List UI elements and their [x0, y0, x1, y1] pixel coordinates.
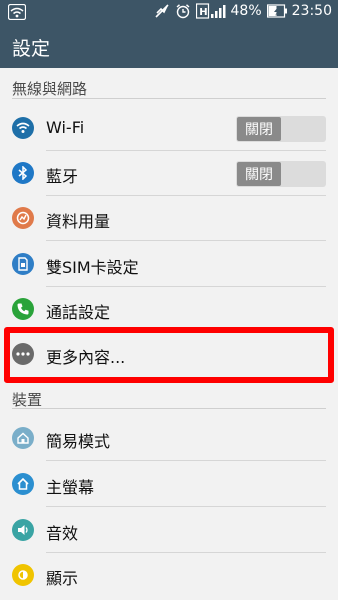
settings-label-bluetooth: 藍牙	[46, 167, 79, 186]
phone-icon	[12, 298, 34, 320]
settings-label-home: 主螢幕	[46, 478, 95, 497]
section-header-wireless: 無線與網路	[12, 80, 88, 98]
easy-mode-icon	[12, 427, 34, 449]
settings-label-easy-mode: 簡易模式	[46, 432, 111, 451]
wifi-icon	[12, 117, 34, 139]
settings-row-wifi[interactable]: Wi-Fi 關閉	[0, 106, 338, 151]
settings-row-sound[interactable]: 音效	[0, 508, 338, 553]
settings-row-home[interactable]: 主螢幕	[0, 462, 338, 507]
settings-row-call-settings[interactable]: 通話設定	[0, 287, 338, 332]
section-divider	[12, 98, 326, 99]
settings-label-sound: 音效	[46, 524, 79, 543]
svg-text:H: H	[199, 7, 207, 18]
settings-row-display[interactable]: 顯示	[0, 553, 338, 598]
hplus-signal-icon: H	[195, 3, 226, 19]
settings-row-easy-mode[interactable]: 簡易模式	[0, 416, 338, 461]
highlight-box	[4, 327, 334, 383]
row-divider	[46, 240, 326, 241]
alarm-icon	[175, 3, 191, 19]
sim-card-icon	[12, 253, 34, 275]
settings-label-dual-sim: 雙SIM卡設定	[46, 258, 139, 277]
settings-label-display: 顯示	[46, 569, 79, 588]
battery-charging-icon	[266, 4, 287, 18]
mute-icon	[154, 3, 170, 19]
bluetooth-toggle[interactable]: 關閉	[236, 161, 326, 187]
settings-row-bluetooth[interactable]: 藍牙 關閉	[0, 151, 338, 196]
brightness-icon	[12, 564, 34, 586]
toggle-state-label: 關閉	[237, 162, 281, 186]
clock: 23:50	[291, 3, 332, 19]
battery-percent: 48%	[230, 3, 262, 19]
section-header-device: 裝置	[12, 391, 43, 409]
wifi-icon	[8, 4, 26, 20]
row-divider	[46, 460, 326, 461]
page-title: 設定	[12, 38, 51, 60]
settings-label-wifi: Wi-Fi	[46, 118, 85, 137]
data-usage-icon	[12, 207, 34, 229]
toggle-state-label: 關閉	[237, 117, 281, 141]
wifi-toggle[interactable]: 關閉	[236, 116, 326, 142]
home-icon	[12, 473, 34, 495]
app-bar: 設定	[0, 26, 338, 68]
status-bar: H 48% 23:50	[0, 0, 338, 26]
settings-label-call-settings: 通話設定	[46, 303, 111, 322]
bluetooth-icon	[12, 162, 34, 184]
settings-row-data-usage[interactable]: 資料用量	[0, 196, 338, 241]
section-divider	[12, 408, 326, 409]
sound-icon	[12, 519, 34, 541]
settings-label-data-usage: 資料用量	[46, 212, 111, 231]
settings-row-dual-sim[interactable]: 雙SIM卡設定	[0, 242, 338, 287]
row-divider	[46, 506, 326, 507]
